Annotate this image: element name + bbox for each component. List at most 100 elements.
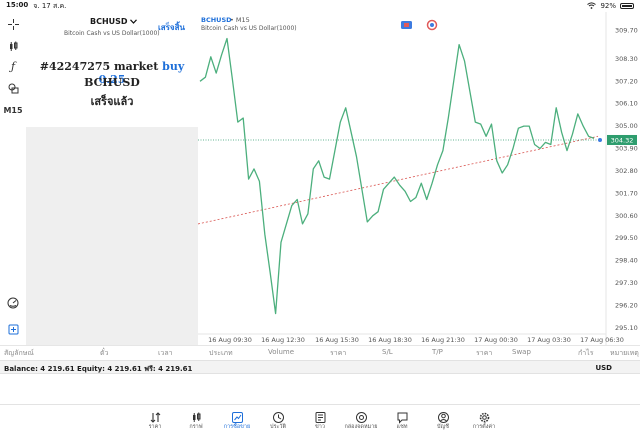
y-tick-label: 296.20 xyxy=(615,301,638,309)
status-time: 15:00 xyxy=(6,0,29,9)
history-icon xyxy=(261,409,295,423)
column-header[interactable]: ราคา xyxy=(476,348,492,359)
nav-tab[interactable]: การตั้งค่า xyxy=(467,409,501,431)
balance-currency: USD xyxy=(595,364,612,372)
chat-icon xyxy=(385,409,419,424)
y-tick-label: 300.60 xyxy=(615,212,638,220)
nav-tab[interactable]: กราฟ xyxy=(179,409,213,431)
nav-tab[interactable]: ประวัติ xyxy=(261,409,295,431)
x-tick-label: 16 Aug 21:30 xyxy=(421,336,465,344)
add-order-icon[interactable] xyxy=(0,321,26,337)
chart-toolstrip: ƒ M15 xyxy=(0,12,26,345)
x-tick-label: 16 Aug 15:30 xyxy=(315,336,359,344)
nav-tab[interactable]: บัญชี xyxy=(426,409,460,431)
nav-tab[interactable]: ข่าว xyxy=(303,409,337,431)
chevron-down-icon xyxy=(129,17,137,26)
column-header[interactable]: S/L xyxy=(382,348,393,356)
wifi-icon xyxy=(587,1,597,11)
trade-columns-header: สัญลักษณ์ ตั๋ว เวลา ประเภท Volume ราคา S/L T/P ร… xyxy=(0,345,640,359)
y-tick-label: 301.70 xyxy=(615,189,638,197)
chart-symbol: BCHUSD xyxy=(201,16,232,24)
nav-tab-label: กล่องจดหมาย xyxy=(344,424,378,430)
mailbox-icon xyxy=(344,409,378,423)
order-panel-top: BCHUSD Bitcoin Cash vs US Dollar(1000) เ… xyxy=(26,12,198,127)
order-symbol: BCHUSD xyxy=(84,76,140,89)
chart-description: Bitcoin Cash vs US Dollar(1000) xyxy=(201,25,297,32)
x-tick-label: 17 Aug 06:30 xyxy=(580,336,624,344)
y-tick-label: 307.20 xyxy=(615,77,638,85)
y-tick-label: 309.70 xyxy=(615,26,638,34)
settings-gear-icon xyxy=(467,409,501,423)
panel-background xyxy=(26,127,198,345)
y-tick-label: 299.50 xyxy=(615,234,638,242)
x-tick-label: 16 Aug 18:30 xyxy=(368,336,412,344)
y-tick-label: 295.10 xyxy=(615,324,638,332)
y-tick-label: 306.10 xyxy=(615,100,638,108)
y-tick-label: 298.40 xyxy=(615,257,638,265)
nav-tab-label: ราคา xyxy=(148,424,162,430)
bottom-navigation: ราคา กราฟ การซื้อขาย ประวัติ ข่าว กล่องจดหมาย… xyxy=(0,404,640,447)
column-header[interactable]: ตั๋ว xyxy=(100,348,108,359)
trend-line xyxy=(197,135,599,225)
nav-tab-label: บัญชี xyxy=(437,424,449,430)
status-bar: 15:00 จ. 17 ส.ค. 92% xyxy=(0,0,640,12)
y-tick-label: 308.30 xyxy=(615,55,638,63)
order-panel: BCHUSD Bitcoin Cash vs US Dollar(1000) เ… xyxy=(26,12,198,345)
objects-icon[interactable] xyxy=(0,80,26,96)
symbol-selector[interactable]: BCHUSD xyxy=(90,17,137,26)
column-header[interactable]: ประเภท xyxy=(209,348,233,359)
nav-tab[interactable]: ราคา xyxy=(138,409,172,431)
chart-timeframe: • M15 xyxy=(230,16,250,24)
x-tick-label: 17 Aug 00:30 xyxy=(474,336,518,344)
function-icon[interactable]: ƒ xyxy=(0,58,26,74)
column-header[interactable]: T/P xyxy=(432,348,443,356)
x-tick-label: 16 Aug 09:30 xyxy=(208,336,252,344)
order-id-type: #42247275 market xyxy=(39,60,159,73)
column-header[interactable]: สัญลักษณ์ xyxy=(4,348,34,359)
price-series-line xyxy=(199,37,595,315)
trade-chart-icon xyxy=(220,409,254,423)
column-header[interactable]: ราคา xyxy=(330,348,346,359)
nav-tab[interactable]: แชท xyxy=(385,409,419,431)
x-tick-label: 17 Aug 03:30 xyxy=(527,336,571,344)
column-header[interactable]: เวลา xyxy=(158,348,173,359)
balance-bar: Balance: 4 219.61 Equity: 4 219.61 ฟรี: … xyxy=(0,360,640,374)
symbol-description: Bitcoin Cash vs US Dollar(1000) xyxy=(64,30,160,37)
nav-tab[interactable]: การซื้อขาย xyxy=(220,409,254,431)
nav-tab-label: การตั้งค่า xyxy=(472,424,496,430)
done-button[interactable]: เสร็จสิ้น xyxy=(158,21,185,34)
nav-tab-label: ข่าว xyxy=(315,424,325,430)
column-header[interactable]: หมายเหตุ xyxy=(610,348,639,359)
nav-tab-label: ประวัติ xyxy=(269,424,287,430)
account-icon xyxy=(426,409,460,423)
y-tick-label: 302.80 xyxy=(615,167,638,175)
y-tick-label: 303.90 xyxy=(615,145,638,153)
speedometer-icon[interactable] xyxy=(0,295,26,311)
order-status: เสร็จแล้ว xyxy=(90,95,134,108)
indicator-candles-icon[interactable] xyxy=(0,38,26,54)
column-header[interactable]: Swap xyxy=(512,348,531,356)
y-tick-label: 297.30 xyxy=(615,279,638,287)
status-date: จ. 17 ส.ค. xyxy=(33,1,67,10)
battery-percent: 92% xyxy=(600,2,616,10)
column-header[interactable]: กำไร xyxy=(578,348,593,359)
chart-svg: BCHUSD • M15 Bitcoin Cash vs US Dollar(1… xyxy=(197,12,638,345)
balance-text: Balance: 4 219.61 Equity: 4 219.61 ฟรี: … xyxy=(4,365,193,373)
nav-tab-label: แชท xyxy=(396,424,408,430)
candlestick-icon xyxy=(179,409,213,422)
last-price-marker xyxy=(598,137,602,142)
sort-arrows-icon xyxy=(138,409,172,423)
crosshair-icon[interactable] xyxy=(0,16,26,32)
battery-icon xyxy=(620,3,634,9)
nav-tab-label: กราฟ xyxy=(189,424,203,430)
x-tick-label: 16 Aug 12:30 xyxy=(261,336,305,344)
column-header[interactable]: Volume xyxy=(268,348,294,356)
price-chart[interactable]: BCHUSD • M15 Bitcoin Cash vs US Dollar(1… xyxy=(197,12,640,345)
one-click-buttons[interactable] xyxy=(401,19,438,31)
news-icon xyxy=(303,409,337,423)
y-tick-label: 305.00 xyxy=(615,122,638,130)
nav-tab-label: การซื้อขาย xyxy=(223,424,251,430)
current-price-label: 304.32 xyxy=(611,136,634,144)
timeframe-button[interactable]: M15 xyxy=(0,102,26,118)
nav-tab[interactable]: กล่องจดหมาย xyxy=(344,409,378,431)
